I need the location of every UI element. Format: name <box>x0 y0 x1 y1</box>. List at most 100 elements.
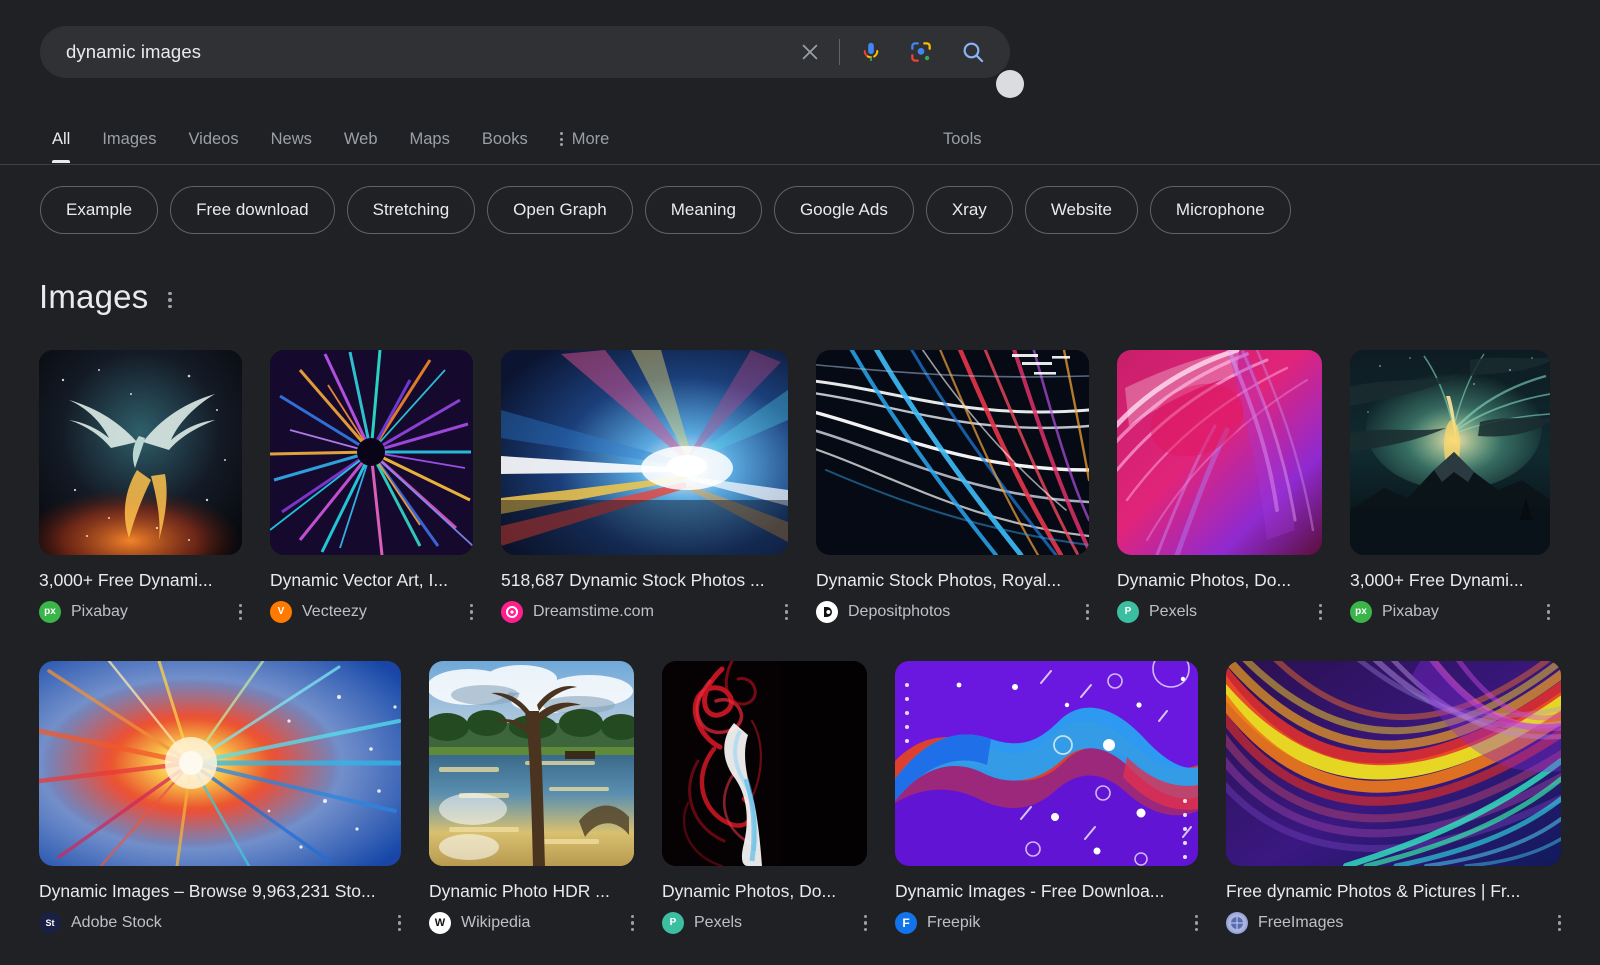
result-options-kebab-icon[interactable] <box>464 603 473 621</box>
image-result-card[interactable]: 3,000+ Free Dynami... px Pixabay <box>1350 350 1550 623</box>
image-result-source: P Pexels <box>1117 600 1322 623</box>
nav-tab-books[interactable]: Books <box>482 115 528 163</box>
nav-tab-web[interactable]: Web <box>344 115 378 163</box>
source-name: Adobe Stock <box>71 913 162 931</box>
source-name: Depositphotos <box>848 602 951 620</box>
result-options-kebab-icon[interactable] <box>858 914 867 931</box>
chip-free-download[interactable]: Free download <box>170 186 335 234</box>
chip-label: Free download <box>196 200 309 219</box>
thumbnail-art-hdr-lake <box>429 660 634 866</box>
image-thumbnail[interactable] <box>1226 660 1561 866</box>
google-lens-icon[interactable] <box>902 33 940 71</box>
image-result-title: Free dynamic Photos & Pictures | Fr... <box>1226 880 1521 901</box>
image-thumbnail[interactable] <box>895 660 1198 866</box>
images-options-kebab-icon[interactable] <box>168 286 172 309</box>
image-result-card[interactable]: Dynamic Photos, Do... P Pexels <box>1117 350 1322 623</box>
chip-label: Website <box>1050 200 1112 219</box>
nav-tab-all[interactable]: All <box>52 115 71 163</box>
depositphotos-favicon-icon <box>816 600 838 623</box>
nav-tab-images[interactable]: Images <box>102 115 156 163</box>
image-result-card[interactable]: Dynamic Photos, Do... P Pexels <box>662 660 867 934</box>
chip-label: Example <box>66 200 133 219</box>
search-divider <box>839 39 840 65</box>
image-thumbnail[interactable] <box>1350 350 1550 555</box>
search-input[interactable] <box>66 41 793 63</box>
chip-example[interactable]: Example <box>40 186 159 234</box>
result-options-kebab-icon[interactable] <box>1313 603 1322 621</box>
nav-tab-videos[interactable]: Videos <box>188 115 238 163</box>
images-section-header: Images <box>39 278 172 316</box>
image-result-title: Dynamic Images – Browse 9,963,231 Sto... <box>39 880 376 901</box>
image-result-source: P Pexels <box>662 911 867 934</box>
chip-google-ads[interactable]: Google Ads <box>773 186 914 234</box>
image-thumbnail[interactable] <box>39 350 242 555</box>
image-result-card[interactable]: Dynamic Stock Photos, Royal... Depositph… <box>816 350 1089 623</box>
tools-button[interactable]: Tools <box>943 115 982 163</box>
clear-icon[interactable] <box>793 35 827 69</box>
thumbnail-art-magenta-waves <box>1117 350 1322 555</box>
image-result-card[interactable]: 518,687 Dynamic Stock Photos ... Dreamst… <box>501 350 788 623</box>
nav-tab-maps[interactable]: Maps <box>410 115 450 163</box>
image-thumbnail[interactable] <box>662 660 867 866</box>
image-result-card[interactable]: Dynamic Vector Art, I... V Vecteezy <box>270 350 473 623</box>
dreamstime-favicon-icon <box>501 600 523 623</box>
source-name: Pixabay <box>71 602 128 620</box>
result-options-kebab-icon[interactable] <box>392 914 401 931</box>
search-bar[interactable] <box>40 26 1010 78</box>
nav-tab-more[interactable]: More <box>559 115 609 163</box>
source-name: Pixabay <box>1382 602 1439 620</box>
image-thumbnail[interactable] <box>429 660 634 866</box>
chip-stretching[interactable]: Stretching <box>346 186 476 234</box>
search-submit-icon[interactable] <box>954 33 992 71</box>
image-result-card[interactable]: Dynamic Images – Browse 9,963,231 Sto...… <box>39 660 401 934</box>
image-result-card[interactable]: 3,000+ Free Dynami... px Pixabay <box>39 350 242 623</box>
thumbnail-art-phoenix <box>39 350 242 555</box>
image-result-source: Dreamstime.com <box>501 600 788 623</box>
result-options-kebab-icon[interactable] <box>1080 603 1089 621</box>
image-thumbnail[interactable] <box>39 660 401 866</box>
image-result-title: 3,000+ Free Dynami... <box>1350 570 1524 590</box>
chip-microphone[interactable]: Microphone <box>1149 186 1291 234</box>
result-options-kebab-icon[interactable] <box>1189 914 1198 931</box>
chip-label: Google Ads <box>799 200 888 219</box>
image-thumbnail[interactable] <box>501 350 788 555</box>
nav-tab-label: Images <box>102 129 157 148</box>
chip-meaning[interactable]: Meaning <box>644 186 762 234</box>
image-result-card[interactable]: Dynamic Photo HDR ... W Wikipedia <box>429 660 634 934</box>
thumbnail-art-purple-waves <box>895 660 1198 866</box>
result-options-kebab-icon[interactable] <box>779 603 788 621</box>
thumbnail-art-light-trails <box>816 350 1089 555</box>
pexels-favicon-icon: P <box>662 911 684 934</box>
source-name: Wikipedia <box>461 913 531 931</box>
result-options-kebab-icon[interactable] <box>625 914 634 931</box>
chip-label: Meaning <box>670 200 736 219</box>
image-result-card[interactable]: Dynamic Images - Free Downloa... F Freep… <box>895 660 1198 934</box>
source-name: Freepik <box>927 913 981 931</box>
thumbnail-art-red-smoke <box>662 660 867 866</box>
image-thumbnail[interactable] <box>1117 350 1322 555</box>
thumbnail-art-speed-tunnel <box>501 350 788 555</box>
account-avatar[interactable] <box>996 70 1024 98</box>
image-thumbnail[interactable] <box>816 350 1089 555</box>
chip-label: Xray <box>951 200 987 219</box>
result-options-kebab-icon[interactable] <box>233 603 242 621</box>
microphone-icon[interactable] <box>852 33 890 71</box>
image-result-source: px Pixabay <box>39 600 242 623</box>
image-result-card[interactable]: Free dynamic Photos & Pictures | Fr... F… <box>1226 660 1561 934</box>
chip-xray[interactable]: Xray <box>925 186 1013 234</box>
image-result-source: St Adobe Stock <box>39 911 401 934</box>
result-options-kebab-icon[interactable] <box>1541 603 1550 621</box>
result-options-kebab-icon[interactable] <box>1552 914 1561 931</box>
image-results-row: Dynamic Images – Browse 9,963,231 Sto...… <box>39 660 1599 934</box>
nav-tab-news[interactable]: News <box>271 115 312 163</box>
vecteezy-favicon-icon: V <box>270 600 292 623</box>
image-result-source: px Pixabay <box>1350 600 1550 623</box>
chip-open-graph[interactable]: Open Graph <box>487 186 633 234</box>
pixabay-favicon-icon: px <box>1350 600 1372 623</box>
thumbnail-art-rainbow-swirl <box>1226 660 1561 866</box>
chip-website[interactable]: Website <box>1024 186 1138 234</box>
image-result-source: F Freepik <box>895 911 1198 934</box>
image-thumbnail[interactable] <box>270 350 473 555</box>
image-result-title: Dynamic Photo HDR ... <box>429 880 610 901</box>
image-result-source: W Wikipedia <box>429 911 634 934</box>
